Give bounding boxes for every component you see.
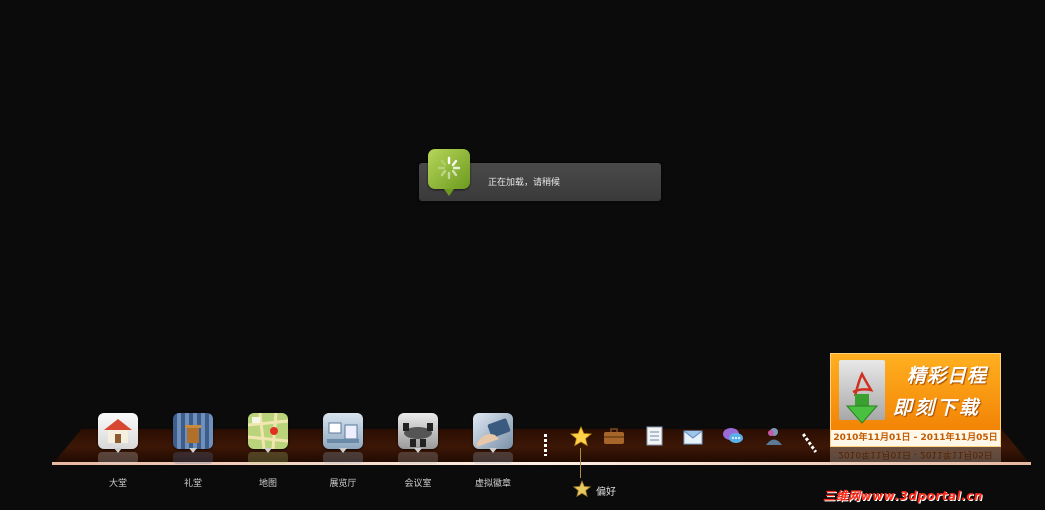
download-arrow-icon [845,394,879,428]
favorites-star-icon[interactable] [572,480,592,498]
dock-label-exhibition-hall: 展览厅 [329,479,357,489]
favorites-connector [580,448,581,478]
dock-separator [544,434,547,456]
promo-title: 精彩日程 [907,365,988,387]
dock-item-meeting-room[interactable] [398,413,438,453]
user-icon[interactable] [763,426,785,446]
meeting-room-icon [398,413,438,449]
dock-reflection [98,452,138,464]
dock-reflection [248,452,288,464]
schedule-download-banner[interactable]: 精彩日程 即刻下载 2010年11月01日 - 2011年11月05日 [830,353,1001,447]
map-icon [248,413,288,449]
mail-icon[interactable] [682,426,704,446]
dock-item-map[interactable] [248,413,288,453]
dock-reflection [398,452,438,464]
virtual-badge-icon [473,413,513,449]
loading-dialog: 正在加载，请稍候 [419,149,661,201]
dock-reflection [173,452,213,464]
briefcase-icon[interactable] [603,426,625,446]
dock-reflection [323,452,363,464]
loading-spinner-icon [428,149,470,196]
dock-item-exhibition-hall[interactable] [323,413,363,453]
dock-label-lobby: 大堂 [108,479,127,489]
auditorium-icon [173,413,213,449]
favorites-label[interactable]: 偏好 [596,483,616,498]
loading-text: 正在加载，请稍候 [488,178,561,188]
notes-icon[interactable] [644,426,666,446]
dock-label-virtual-badge: 虚拟徽章 [474,479,511,489]
dock-reflection [473,452,513,464]
dock-item-auditorium[interactable] [173,413,213,453]
dock-label-auditorium: 礼堂 [183,479,202,489]
dock-label-meeting-room: 会议室 [404,479,432,489]
chat-icon[interactable] [722,426,744,446]
promo-reflection: 2010年11月01日 - 2011年11月05日 [830,447,1001,462]
house-icon [98,413,138,449]
promo-subtitle: 即刻下载 [893,397,982,419]
star-icon[interactable] [569,425,593,447]
promo-dates: 2010年11月01日 - 2011年11月05日 [831,430,1000,446]
dock-item-virtual-badge[interactable] [473,413,513,453]
site-watermark: 三维网www.3dportal.cn [823,489,983,503]
dock-label-map: 地图 [258,479,277,489]
dock-item-lobby[interactable] [98,413,138,453]
exhibition-hall-icon [323,413,363,449]
